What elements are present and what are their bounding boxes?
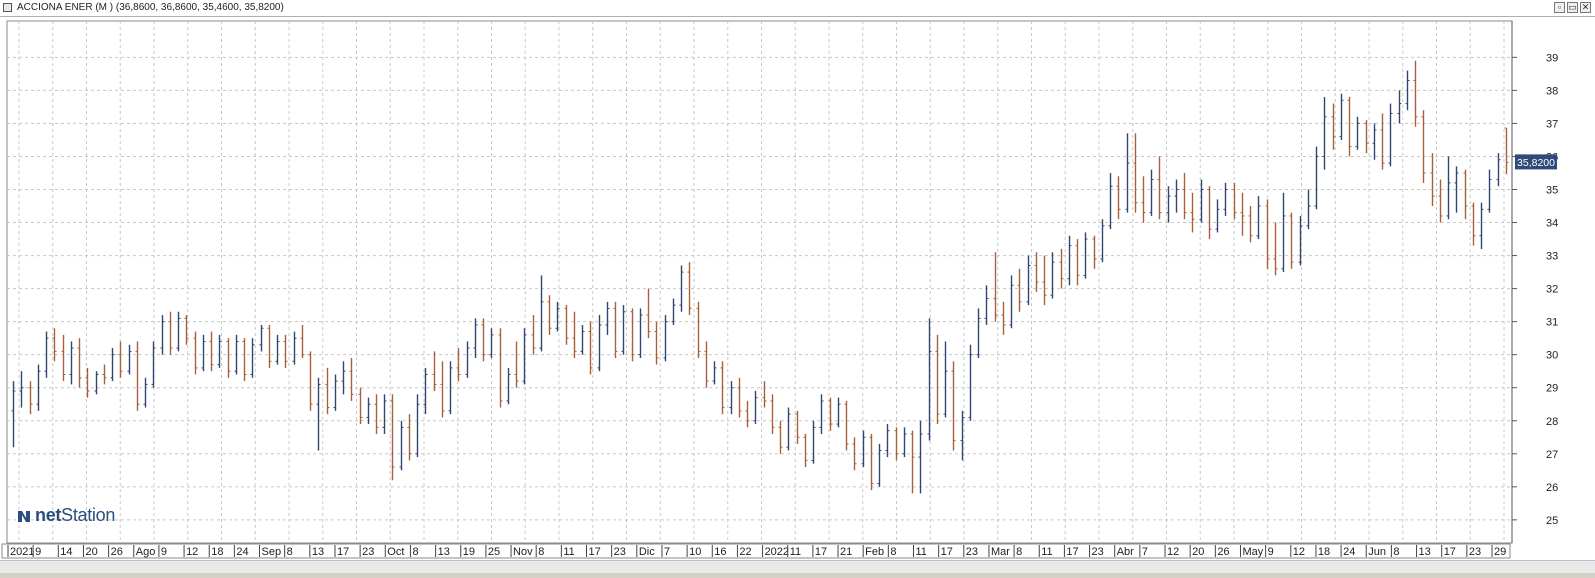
x-axis-label: 11 bbox=[915, 546, 926, 558]
x-axis-label: 17 bbox=[1066, 546, 1078, 558]
y-axis-label: 28 bbox=[1546, 416, 1558, 428]
x-axis-label: May bbox=[1242, 546, 1263, 558]
y-axis-label: 34 bbox=[1546, 218, 1558, 230]
y-axis-label: 38 bbox=[1546, 85, 1558, 97]
y-axis-label: 25 bbox=[1546, 515, 1558, 527]
y-axis-label: 35 bbox=[1546, 184, 1558, 196]
x-axis-label: 11 bbox=[1041, 546, 1052, 558]
x-axis-label: 2021 bbox=[10, 546, 34, 558]
x-axis-label: 12 bbox=[1293, 546, 1305, 558]
x-axis-label: 19 bbox=[463, 546, 475, 558]
x-axis-label: 25 bbox=[488, 546, 500, 558]
window-titlebar: ACCIONA ENER (M ) (36,8600, 36,8600, 35,… bbox=[0, 0, 1595, 17]
window-title: ACCIONA ENER (M ) (36,8600, 36,8600, 35,… bbox=[17, 2, 284, 13]
x-axis-label: Oct bbox=[387, 546, 404, 558]
last-price-tag-label: 35,8200 bbox=[1517, 157, 1555, 169]
y-axis-label: 32 bbox=[1546, 284, 1558, 296]
x-axis-label: 26 bbox=[111, 546, 123, 558]
x-axis-label: 7 bbox=[1142, 546, 1148, 558]
y-axis-label: 26 bbox=[1546, 482, 1558, 494]
x-axis-label: 17 bbox=[815, 546, 827, 558]
x-axis-label: 13 bbox=[312, 546, 324, 558]
maximize-button[interactable]: ▭ bbox=[1567, 2, 1578, 13]
x-axis-label: 16 bbox=[714, 546, 726, 558]
restore-button[interactable]: ▫ bbox=[1554, 2, 1565, 13]
x-axis-label: Sep bbox=[262, 546, 282, 558]
y-axis-label: 39 bbox=[1546, 52, 1558, 64]
y-axis-label: 27 bbox=[1546, 449, 1558, 461]
x-axis-label: 12 bbox=[1167, 546, 1179, 558]
x-axis-label: Abr bbox=[1117, 546, 1134, 558]
x-axis-label: 13 bbox=[438, 546, 450, 558]
x-axis-label: 14 bbox=[60, 546, 72, 558]
x-axis-label: 23 bbox=[362, 546, 374, 558]
x-axis-label: 9 bbox=[1268, 546, 1274, 558]
x-axis-label: 20 bbox=[1192, 546, 1204, 558]
logo-text-suffix: Station bbox=[61, 505, 116, 525]
x-axis-label: 9 bbox=[161, 546, 167, 558]
x-axis-label: 8 bbox=[287, 546, 293, 558]
y-axis-label: 33 bbox=[1546, 251, 1558, 263]
x-axis-label: 17 bbox=[337, 546, 349, 558]
x-axis-strip bbox=[1, 543, 1511, 559]
x-axis-label: 8 bbox=[1016, 546, 1022, 558]
plot-area bbox=[6, 20, 1513, 544]
x-axis-label: 18 bbox=[211, 546, 223, 558]
x-axis-label: Ago bbox=[136, 546, 156, 558]
netstation-logo-icon bbox=[18, 510, 30, 522]
x-axis-label: Nov bbox=[513, 546, 533, 558]
x-axis-label: 11 bbox=[790, 546, 801, 558]
x-axis-label: Mar bbox=[991, 546, 1010, 558]
x-axis-label: 18 bbox=[1318, 546, 1330, 558]
x-axis-label: 9 bbox=[35, 546, 41, 558]
close-button[interactable]: ✕ bbox=[1580, 2, 1591, 13]
chart-window-icon bbox=[3, 3, 12, 12]
y-axis-label: 37 bbox=[1546, 118, 1558, 130]
x-axis-label: 17 bbox=[589, 546, 601, 558]
x-axis-label: 8 bbox=[538, 546, 544, 558]
x-axis-label: 23 bbox=[1469, 546, 1481, 558]
x-axis-label: 29 bbox=[1494, 546, 1506, 558]
x-axis-label: Feb bbox=[865, 546, 884, 558]
x-axis-label: 26 bbox=[1217, 546, 1229, 558]
x-axis-label: 13 bbox=[1419, 546, 1431, 558]
netstation-logo: netStation bbox=[16, 505, 115, 526]
y-axis-label: 31 bbox=[1546, 317, 1558, 329]
x-axis-label: Jun bbox=[1368, 546, 1386, 558]
x-axis-label: 11 bbox=[563, 546, 574, 558]
x-axis-label: 21 bbox=[840, 546, 852, 558]
x-axis-label: 8 bbox=[890, 546, 896, 558]
x-axis-label: 17 bbox=[941, 546, 953, 558]
ohlc-chart[interactable]: 25262728293031323334353637383935,8200202… bbox=[0, 17, 1595, 573]
price-chart-area[interactable]: 25262728293031323334353637383935,8200202… bbox=[0, 17, 1595, 573]
y-axis-label: 29 bbox=[1546, 383, 1558, 395]
x-axis-label: Dic bbox=[639, 546, 655, 558]
x-axis-label: 22 bbox=[739, 546, 751, 558]
x-axis-label: 17 bbox=[1444, 546, 1456, 558]
x-axis-label: 24 bbox=[1343, 546, 1355, 558]
x-axis-label: 8 bbox=[412, 546, 418, 558]
x-axis-label: 7 bbox=[664, 546, 670, 558]
x-axis-label: 23 bbox=[614, 546, 626, 558]
x-axis-label: 23 bbox=[1092, 546, 1104, 558]
y-axis-label: 30 bbox=[1546, 350, 1558, 362]
x-axis-label: 10 bbox=[689, 546, 701, 558]
x-axis-label: 12 bbox=[186, 546, 198, 558]
x-axis-label: 2022 bbox=[765, 546, 789, 558]
x-axis-label: 23 bbox=[966, 546, 978, 558]
x-axis-label: 20 bbox=[85, 546, 97, 558]
x-axis-label: 8 bbox=[1393, 546, 1399, 558]
horizontal-scrollbar[interactable] bbox=[0, 560, 1595, 573]
logo-text-prefix: net bbox=[35, 505, 62, 525]
x-axis-label: 24 bbox=[236, 546, 248, 558]
